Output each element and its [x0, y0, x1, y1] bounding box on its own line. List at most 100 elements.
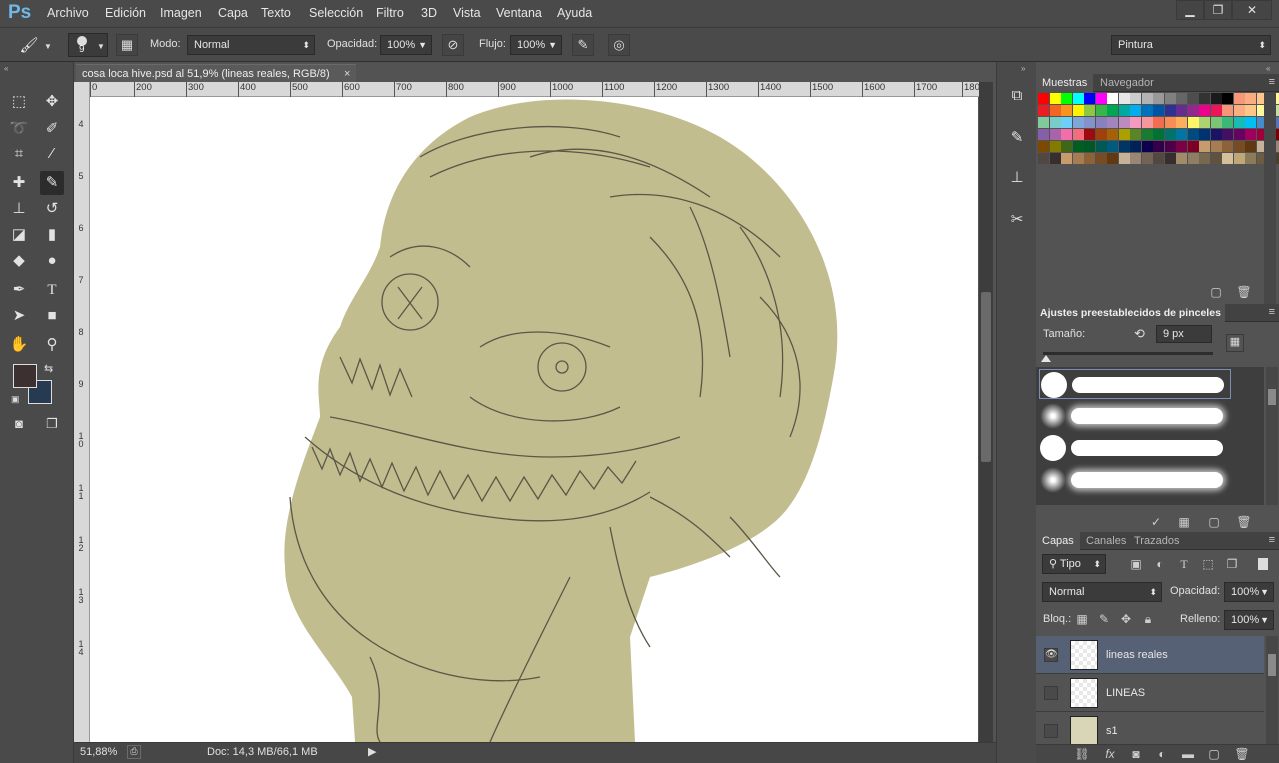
color-swatch[interactable]: [1199, 141, 1210, 152]
color-swatch[interactable]: [1245, 141, 1256, 152]
brush-preset-item[interactable]: [1039, 401, 1231, 431]
collapse-panels-icon[interactable]: «: [1266, 64, 1270, 73]
layer-list-scroll-thumb[interactable]: [1268, 654, 1276, 676]
tool-presets-panel-icon[interactable]: ✂: [1005, 208, 1029, 232]
link-layers-icon[interactable]: ⛓: [1074, 746, 1090, 762]
color-swatch[interactable]: [1164, 93, 1176, 104]
menu-texto[interactable]: Texto: [261, 6, 291, 20]
marquee-tool-icon[interactable]: ⬚: [7, 90, 31, 114]
tab-canales[interactable]: Canales: [1080, 532, 1132, 550]
tab-trazados[interactable]: Trazados: [1128, 532, 1185, 550]
color-swatch[interactable]: [1095, 141, 1107, 152]
visibility-toggle[interactable]: [1044, 724, 1058, 738]
trash-icon[interactable]: 🗑︎: [1236, 514, 1252, 530]
color-swatch[interactable]: [1118, 93, 1130, 104]
lock-position-icon[interactable]: ✥: [1118, 611, 1134, 627]
panel-menu-icon[interactable]: ≡: [1269, 534, 1275, 546]
color-swatch[interactable]: [1233, 93, 1245, 104]
brush-preset-item[interactable]: [1039, 433, 1231, 463]
dodge-tool-icon[interactable]: ●: [40, 249, 64, 273]
swatches-scrollbar[interactable]: [1264, 92, 1276, 312]
color-swatch[interactable]: [1199, 129, 1210, 140]
tab-navegador[interactable]: Navegador: [1094, 74, 1160, 92]
color-swatch[interactable]: [1233, 117, 1245, 128]
vertical-scroll-thumb[interactable]: [981, 292, 991, 462]
zoom-level[interactable]: 51,88%: [80, 746, 117, 758]
color-swatch[interactable]: [1210, 105, 1222, 116]
eye-icon[interactable]: 👁︎: [1044, 648, 1058, 662]
color-swatch[interactable]: [1061, 129, 1072, 140]
color-swatch[interactable]: [1141, 93, 1153, 104]
color-swatch[interactable]: [1130, 117, 1141, 128]
brush-tool-preset-icon[interactable]: 🖌︎: [18, 36, 40, 54]
foreground-color-swatch[interactable]: [13, 364, 37, 388]
color-swatch[interactable]: [1049, 129, 1061, 140]
new-swatch-icon[interactable]: ▢: [1208, 284, 1224, 300]
color-swatch[interactable]: [1153, 105, 1164, 116]
chevron-down-icon[interactable]: ▼: [1260, 583, 1269, 601]
vertical-scrollbar[interactable]: [979, 82, 993, 742]
color-swatch[interactable]: [1141, 153, 1153, 164]
layer-list-scrollbar[interactable]: [1266, 636, 1278, 746]
color-swatch[interactable]: [1210, 141, 1222, 152]
default-colors-icon[interactable]: ▣: [11, 394, 20, 405]
color-swatch[interactable]: [1141, 129, 1153, 140]
chevron-down-icon[interactable]: ▼: [1260, 611, 1269, 629]
fx-icon[interactable]: fx: [1102, 746, 1118, 762]
color-swatch[interactable]: [1107, 129, 1118, 140]
color-swatch[interactable]: [1233, 129, 1245, 140]
color-swatch[interactable]: [1187, 93, 1199, 104]
pen-tool-icon[interactable]: ✒: [7, 278, 31, 302]
brush-size-slider-knob[interactable]: [1041, 355, 1052, 362]
color-swatch[interactable]: [1233, 153, 1245, 164]
color-swatch[interactable]: [1084, 117, 1095, 128]
brush-presets-title[interactable]: Ajustes preestablecidos de pinceles: [1036, 304, 1225, 322]
menu-seleccion[interactable]: Selección: [309, 6, 363, 20]
crop-tool-icon[interactable]: ⌗: [7, 142, 31, 166]
color-swatch[interactable]: [1084, 153, 1095, 164]
menu-edicion[interactable]: Edición: [105, 6, 146, 20]
color-swatch[interactable]: [1222, 105, 1233, 116]
mode-select[interactable]: Normal ⬍: [187, 35, 315, 55]
blur-tool-icon[interactable]: ◆: [7, 249, 31, 273]
color-swatch[interactable]: [1222, 93, 1233, 104]
color-swatch[interactable]: [1130, 93, 1141, 104]
color-swatch[interactable]: [1222, 129, 1233, 140]
menu-imagen[interactable]: Imagen: [160, 6, 202, 20]
color-swatch[interactable]: [1130, 105, 1141, 116]
color-swatch[interactable]: [1176, 105, 1187, 116]
fill-input[interactable]: 100% ▼: [1224, 610, 1274, 630]
clone-stamp-tool-icon[interactable]: ⊥: [7, 197, 31, 221]
color-swatch[interactable]: [1222, 141, 1233, 152]
add-mask-icon[interactable]: ◙: [1128, 746, 1144, 762]
color-swatch[interactable]: [1095, 153, 1107, 164]
color-swatch[interactable]: [1061, 105, 1072, 116]
menu-vista[interactable]: Vista: [453, 6, 481, 20]
tab-capas[interactable]: Capas: [1036, 532, 1080, 550]
color-swatch[interactable]: [1245, 93, 1256, 104]
new-brush-preset-icon[interactable]: ▦: [1226, 334, 1244, 352]
color-swatch[interactable]: [1107, 153, 1118, 164]
color-swatch[interactable]: [1164, 141, 1176, 152]
new-brush-icon[interactable]: ▢: [1206, 514, 1222, 530]
color-swatch[interactable]: [1176, 141, 1187, 152]
color-swatch[interactable]: [1038, 105, 1049, 116]
color-swatch[interactable]: [1245, 129, 1256, 140]
color-swatch[interactable]: [1107, 141, 1118, 152]
color-swatch[interactable]: [1233, 141, 1245, 152]
pressure-opacity-icon[interactable]: ⊘: [442, 34, 464, 56]
color-swatch[interactable]: [1107, 93, 1118, 104]
color-swatch[interactable]: [1130, 141, 1141, 152]
menu-ayuda[interactable]: Ayuda: [557, 6, 592, 20]
color-swatch[interactable]: [1199, 117, 1210, 128]
new-group-icon[interactable]: ▬: [1180, 746, 1196, 762]
color-swatch[interactable]: [1095, 93, 1107, 104]
lock-transparency-icon[interactable]: ▦: [1074, 611, 1090, 627]
clone-source-panel-icon[interactable]: ⊥: [1005, 166, 1029, 190]
color-swatch[interactable]: [1245, 117, 1256, 128]
quick-mask-icon[interactable]: ◙: [7, 412, 31, 436]
workspace-select[interactable]: Pintura ⬍: [1111, 35, 1271, 55]
color-swatch[interactable]: [1095, 117, 1107, 128]
filter-smart-object-icon[interactable]: ❐: [1224, 556, 1240, 572]
brush-panel-toggle-icon[interactable]: ▦: [116, 34, 138, 56]
